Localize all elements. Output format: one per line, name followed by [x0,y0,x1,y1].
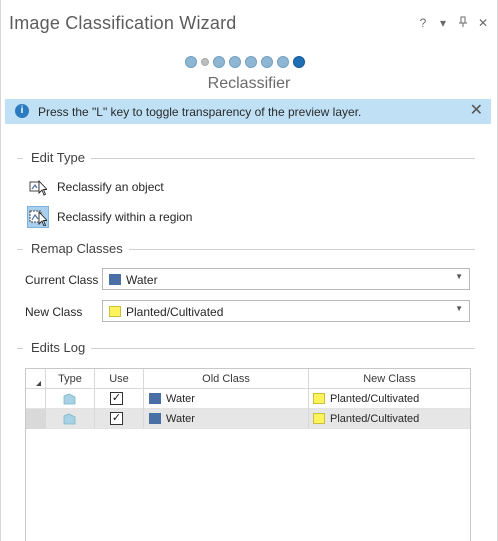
info-message: Press the "L" key to toggle transparency… [38,105,362,119]
chevron-down-icon: ▼ [455,304,463,313]
use-cell: ✓ [95,389,144,409]
reclassify-object-tool[interactable]: Reclassify an object [27,175,164,199]
row-header[interactable] [26,389,46,409]
column-header-old-class[interactable]: Old Class [144,369,309,389]
class-color-swatch [109,306,121,317]
dropdown-value: Water [126,273,158,287]
class-color-swatch [149,413,161,424]
table-row[interactable]: ✓ Water Planted/Cultivated [26,389,470,409]
new-class-cell: Planted/Cultivated [309,389,470,409]
help-icon[interactable]: ? [417,16,429,31]
step-dot[interactable] [245,56,257,68]
new-class-value: Planted/Cultivated [330,413,420,425]
reclassify-region-icon [27,206,49,228]
column-header-type[interactable]: Type [46,369,95,389]
row-header[interactable] [26,409,46,429]
section-heading: Edits Log [23,340,92,356]
select-all-corner[interactable] [26,369,46,389]
class-color-swatch [313,413,325,424]
use-checkbox[interactable]: ✓ [110,412,123,425]
title-bar: Image Classification Wizard ? ▾ ✕ [1,0,497,46]
dropdown-value: Planted/Cultivated [126,305,224,319]
type-cell [46,389,95,409]
image-classification-wizard-pane: Image Classification Wizard ? ▾ ✕ Reclas… [0,0,498,541]
class-color-swatch [149,393,161,404]
step-dot[interactable] [229,56,241,68]
title-controls: ? ▾ ✕ [417,16,489,31]
tool-label: Reclassify within a region [57,210,193,224]
new-class-dropdown[interactable]: Planted/Cultivated ▼ [102,300,470,322]
use-cell: ✓ [95,409,144,429]
wizard-step-indicator [185,56,305,68]
type-cell [46,409,95,429]
chevron-down-icon[interactable]: ▾ [437,16,449,31]
corner-triangle-icon [36,381,41,386]
column-header-new-class[interactable]: New Class [309,369,470,389]
section-heading: Remap Classes [23,241,129,257]
edits-log-section: Edits Log [17,340,475,356]
step-dot[interactable] [201,58,209,66]
step-title: Reclassifier [207,75,291,92]
old-class-value: Water [166,393,195,405]
tool-label: Reclassify an object [57,180,164,194]
new-class-cell: Planted/Cultivated [309,409,470,429]
old-class-value: Water [166,413,195,425]
edits-log-table: Type Use Old Class New Class ✓ Water Pla… [25,368,471,541]
info-close-icon[interactable]: ✕ [470,102,483,120]
current-class-dropdown[interactable]: Water ▼ [102,268,470,290]
close-icon[interactable]: ✕ [477,16,489,31]
region-edit-icon [63,393,76,405]
table-header: Type Use Old Class New Class [26,369,470,389]
chevron-down-icon: ▼ [455,272,463,281]
step-dot[interactable] [213,56,225,68]
class-color-swatch [109,274,121,285]
step-dot-current[interactable] [293,56,305,68]
info-icon: i [15,104,29,118]
pane-title: Image Classification Wizard [9,13,237,33]
old-class-cell: Water [144,409,309,429]
column-header-use[interactable]: Use [95,369,144,389]
new-class-value: Planted/Cultivated [330,393,420,405]
class-color-swatch [313,393,325,404]
use-checkbox[interactable]: ✓ [110,392,123,405]
step-dot[interactable] [261,56,273,68]
old-class-cell: Water [144,389,309,409]
region-edit-icon [63,413,76,425]
section-heading: Edit Type [23,150,91,166]
info-bar: i Press the "L" key to toggle transparen… [5,99,491,124]
table-row[interactable]: ✓ Water Planted/Cultivated [26,409,470,429]
reclassify-region-tool[interactable]: Reclassify within a region [27,205,192,229]
step-dot[interactable] [277,56,289,68]
current-class-label: Current Class [25,273,99,287]
edit-type-section: Edit Type [17,150,475,166]
pin-icon[interactable] [457,16,469,31]
reclassify-object-icon [27,176,49,198]
new-class-label: New Class [25,305,83,319]
remap-classes-section: Remap Classes [17,241,475,257]
step-dot[interactable] [185,56,197,68]
